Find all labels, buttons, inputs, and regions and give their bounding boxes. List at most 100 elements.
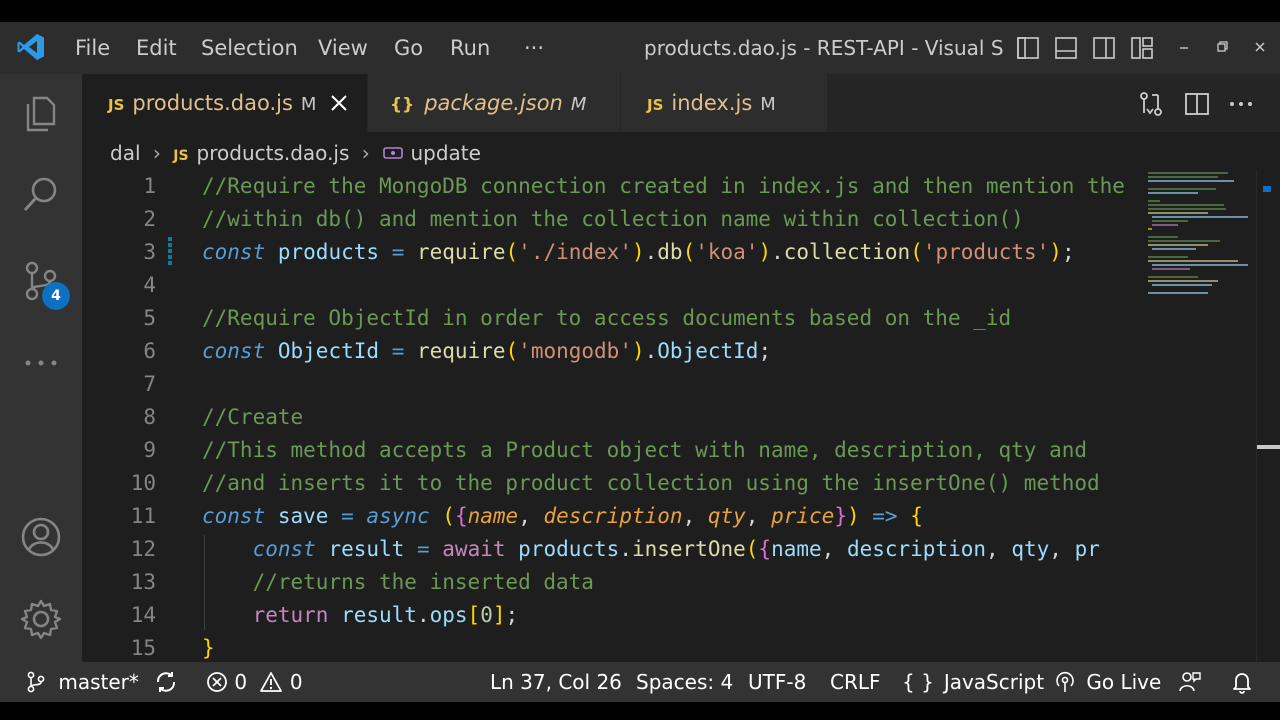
json-file-icon: {}	[390, 95, 415, 115]
line-number: 11	[130, 504, 156, 528]
code-text: const result = await products.insertOne(…	[252, 537, 1100, 561]
code-line: 9 //This method accepts a Product object …	[82, 434, 1145, 467]
scrollbar-marker	[1263, 186, 1271, 192]
code-text: //returns the inserted data	[202, 570, 594, 594]
line-number: 14	[130, 603, 156, 627]
code-line: 12 const result = await products.insertO…	[82, 533, 1145, 566]
modified-indicator: M	[300, 94, 317, 115]
menu-view[interactable]: View	[318, 22, 368, 74]
code-line: 2 //within db() and mention the collectio…	[82, 203, 1145, 236]
more-views-icon[interactable]	[20, 342, 62, 384]
top-letterbox	[0, 0, 1280, 22]
line-number: 6	[143, 339, 156, 363]
line-number: 8	[143, 405, 156, 429]
sync-icon[interactable]	[154, 670, 178, 694]
minimap[interactable]	[1146, 170, 1256, 310]
indentation[interactable]: Spaces: 4	[636, 662, 733, 702]
warning-count: 0	[289, 670, 303, 694]
breadcrumb-file[interactable]: products.dao.js	[197, 141, 350, 165]
status-bar: master* 0 0 Ln 37, Col 26 Spaces: 4 UTF-…	[0, 662, 1280, 702]
code-line: 5 //Require ObjectId in order to access d…	[82, 302, 1145, 335]
more-actions-icon[interactable]	[1228, 91, 1254, 117]
menu-file[interactable]: File	[75, 22, 110, 74]
restore-icon[interactable]	[1212, 36, 1236, 60]
encoding[interactable]: UTF-8	[748, 662, 806, 702]
line-number: 10	[130, 471, 156, 495]
go-live-button[interactable]: Go Live	[1054, 662, 1161, 702]
menu-edit[interactable]: Edit	[136, 22, 177, 74]
language-label: JavaScript	[943, 670, 1045, 694]
code-line: 10 //and inserts it to the product collec…	[82, 467, 1145, 500]
tab-products-dao[interactable]: JS products.dao.js M	[82, 74, 367, 132]
code-editor[interactable]: 1 //Require the MongoDB connection create…	[82, 170, 1145, 662]
method-symbol-icon	[383, 147, 403, 159]
code-line: 14 return result.ops[0];	[82, 599, 1145, 632]
tab-package-json[interactable]: {} package.json M	[368, 74, 620, 132]
accounts-icon[interactable]	[20, 516, 62, 558]
tab-index-js[interactable]: JS index.js M	[621, 74, 827, 132]
code-text: //within db() and mention the collection…	[202, 207, 1024, 231]
explorer-icon[interactable]	[20, 92, 62, 134]
code-text: //and inserts it to the product collecti…	[202, 471, 1100, 495]
code-text: //This method accepts a Product object w…	[202, 438, 1088, 462]
menu-go[interactable]: Go	[394, 22, 423, 74]
language-mode[interactable]: { } JavaScript	[902, 662, 1044, 702]
code-text: //Require ObjectId in order to access do…	[202, 306, 1012, 330]
js-file-icon: JS	[108, 96, 125, 114]
go-live-label: Go Live	[1086, 670, 1162, 694]
toggle-primary-sidebar-icon[interactable]	[1016, 36, 1040, 60]
line-number: 2	[143, 207, 156, 231]
toggle-panel-icon[interactable]	[1054, 36, 1078, 60]
code-text: //Require the MongoDB connection created…	[202, 174, 1125, 198]
title-bar: File Edit Selection View Go Run ··· prod…	[0, 22, 1280, 74]
split-editor-icon[interactable]	[1184, 91, 1210, 117]
menu-more[interactable]: ···	[524, 22, 544, 74]
line-number: 13	[130, 570, 156, 594]
close-window-icon[interactable]	[1250, 36, 1274, 60]
code-text: return result.ops[0];	[252, 603, 519, 627]
gear-icon[interactable]	[20, 598, 62, 640]
code-text: const save = async ({name, description, …	[202, 504, 923, 528]
toggle-secondary-sidebar-icon[interactable]	[1092, 36, 1116, 60]
breadcrumb-symbol[interactable]: update	[410, 141, 480, 165]
problems-indicator[interactable]: 0 0	[206, 662, 303, 702]
line-ending[interactable]: CRLF	[830, 662, 881, 702]
source-control-badge: 4	[42, 282, 70, 310]
menu-run[interactable]: Run	[450, 22, 490, 74]
code-line: 8 //Create	[82, 401, 1145, 434]
code-line: 11 const save = async ({name, description…	[82, 500, 1145, 533]
error-icon	[207, 672, 227, 692]
code-line: 3 const products = require('./index').db(…	[82, 236, 1145, 269]
vertical-scrollbar[interactable]	[1256, 170, 1280, 662]
cursor-position[interactable]: Ln 37, Col 26	[490, 662, 622, 702]
scrollbar-thumb[interactable]	[1257, 445, 1280, 449]
open-changes-icon[interactable]	[1138, 91, 1164, 117]
activity-bar: 4	[0, 74, 82, 662]
breadcrumb: dal › JS products.dao.js › update	[110, 132, 481, 172]
line-number: 9	[143, 438, 156, 462]
code-line: 7	[82, 368, 1145, 401]
tab-label: index.js	[671, 91, 753, 115]
branch-name: master*	[58, 670, 139, 694]
line-number: 12	[130, 537, 156, 561]
code-line: 6 const ObjectId = require('mongodb').Obj…	[82, 335, 1145, 368]
editor-tabs: JS products.dao.js M {} package.json M JS ind…	[82, 74, 1280, 132]
bell-icon[interactable]	[1230, 670, 1254, 694]
line-number: 1	[143, 174, 156, 198]
menu-selection[interactable]: Selection	[201, 22, 298, 74]
bottom-letterbox	[0, 702, 1280, 720]
minimize-icon[interactable]	[1174, 36, 1198, 60]
customize-layout-icon[interactable]	[1130, 36, 1154, 60]
close-tab-icon[interactable]	[330, 94, 348, 112]
line-number: 7	[143, 372, 156, 396]
git-branch-icon	[27, 671, 45, 693]
search-icon[interactable]	[20, 174, 62, 216]
code-text: //Create	[202, 405, 304, 429]
braces-icon: { }	[902, 670, 934, 694]
modified-indicator: M	[570, 94, 587, 115]
breadcrumb-folder[interactable]: dal	[110, 141, 141, 165]
code-line: 1 //Require the MongoDB connection create…	[82, 170, 1145, 203]
feedback-icon[interactable]	[1178, 670, 1202, 694]
branch-indicator[interactable]: master*	[26, 662, 139, 702]
line-number: 3	[143, 240, 156, 264]
